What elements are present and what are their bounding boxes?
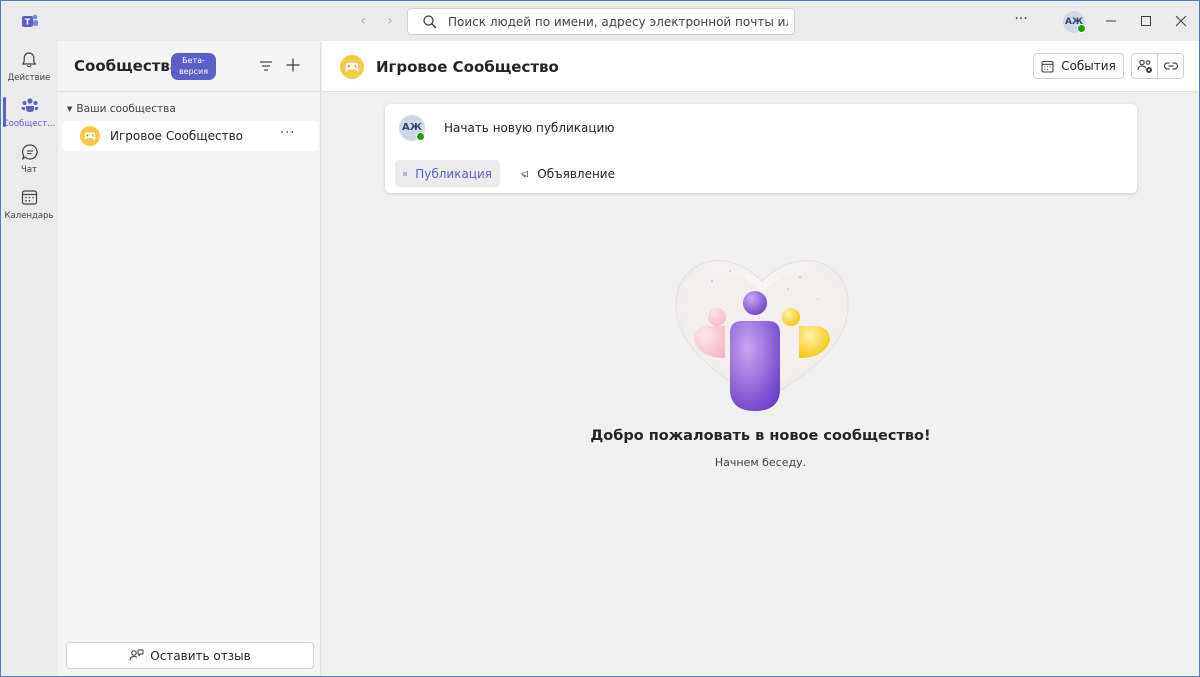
tab-post[interactable]: Публикация: [395, 160, 500, 187]
rail-item-label: Чат: [21, 165, 37, 175]
tab-post-label: Публикация: [415, 166, 492, 181]
caret-down-icon: ▼: [67, 105, 73, 113]
community-main: Игровое Сообщество События АЖ Начать нов…: [322, 41, 1199, 676]
user-avatar[interactable]: АЖ: [1063, 11, 1086, 33]
community-header: Игровое Сообщество События: [322, 41, 1199, 92]
beta-badge: Бета- версия: [171, 53, 216, 80]
rail-item-calendar[interactable]: Календарь: [1, 183, 57, 227]
svg-text:T: T: [25, 18, 31, 27]
composer-avatar: АЖ: [399, 115, 425, 141]
calendar-icon: [21, 190, 38, 205]
new-post-prompt[interactable]: Начать новую публикацию: [444, 121, 614, 135]
post-composer: АЖ Начать новую публикацию Публикация Об…: [385, 104, 1137, 193]
bell-icon: [21, 52, 37, 68]
megaphone-icon: [521, 170, 528, 177]
rail-item-communities[interactable]: Сообщест...: [1, 91, 57, 135]
presence-available-icon: [416, 132, 425, 141]
community-name: Игровое Сообщество: [110, 129, 244, 143]
rail-item-activity[interactable]: Действие: [1, 45, 57, 89]
feedback-icon: [129, 649, 144, 661]
title-bar: T ‹ › ··· АЖ: [1, 1, 1199, 41]
search-input[interactable]: [448, 14, 788, 29]
filter-icon[interactable]: [258, 58, 274, 74]
teams-logo-icon[interactable]: T: [21, 12, 39, 30]
divider: [1157, 54, 1158, 78]
link-icon[interactable]: [1163, 58, 1179, 74]
your-communities-section[interactable]: ▼ Ваши сообщества: [67, 103, 176, 115]
calendar-icon: [1041, 60, 1054, 73]
gamepad-icon: [80, 126, 100, 146]
header-icon-group: [1131, 53, 1184, 79]
chat-icon: [21, 144, 38, 161]
pane-title: Сообщества: [74, 57, 181, 75]
search-box[interactable]: [407, 8, 795, 35]
communities-pane: Сообщества Бета- версия ▼ Ваши сообщества: [58, 41, 321, 676]
app-rail: Действие Сообщест... Чат Календарь: [1, 41, 57, 676]
back-arrow-icon[interactable]: ‹: [353, 11, 373, 31]
communities-icon: [21, 98, 39, 112]
community-more-icon[interactable]: ···: [280, 126, 295, 141]
teams-window: T ‹ › ··· АЖ: [0, 0, 1200, 677]
presence-available-icon: [1077, 24, 1086, 33]
search-icon: [423, 14, 437, 28]
rail-item-label: Сообщест...: [2, 119, 56, 129]
tab-announcement[interactable]: Объявление: [513, 160, 623, 187]
communities-pane-header: Сообщества Бета- версия: [58, 41, 321, 92]
rail-item-label: Календарь: [4, 211, 54, 221]
minimize-icon[interactable]: [1099, 9, 1123, 33]
post-icon: [403, 171, 407, 176]
manage-members-icon[interactable]: [1137, 58, 1153, 74]
community-item[interactable]: Игровое Сообщество ···: [62, 121, 318, 151]
add-community-icon[interactable]: [284, 56, 302, 74]
feedback-button[interactable]: Оставить отзыв: [66, 642, 314, 669]
forward-arrow-icon[interactable]: ›: [380, 11, 400, 31]
welcome-title: Добро пожаловать в новое сообщество!: [590, 428, 931, 444]
community-title: Игровое Сообщество: [376, 58, 559, 76]
events-button[interactable]: События: [1033, 53, 1124, 79]
section-label-text: Ваши сообщества: [76, 103, 176, 115]
more-options-icon[interactable]: ···: [1011, 11, 1031, 31]
welcome-illustration: [675, 260, 849, 411]
rail-item-chat[interactable]: Чат: [1, 137, 57, 181]
maximize-icon[interactable]: [1134, 9, 1158, 33]
tab-announcement-label: Объявление: [537, 166, 615, 181]
feedback-label: Оставить отзыв: [150, 648, 251, 663]
close-icon[interactable]: [1169, 9, 1193, 33]
rail-item-label: Действие: [7, 73, 51, 83]
events-label: События: [1061, 59, 1116, 73]
welcome-subtitle: Начнем беседу.: [714, 456, 807, 469]
beta-badge-line1: Бета-: [182, 56, 205, 65]
gamepad-icon: [340, 55, 364, 79]
beta-badge-line2: версия: [178, 67, 209, 76]
